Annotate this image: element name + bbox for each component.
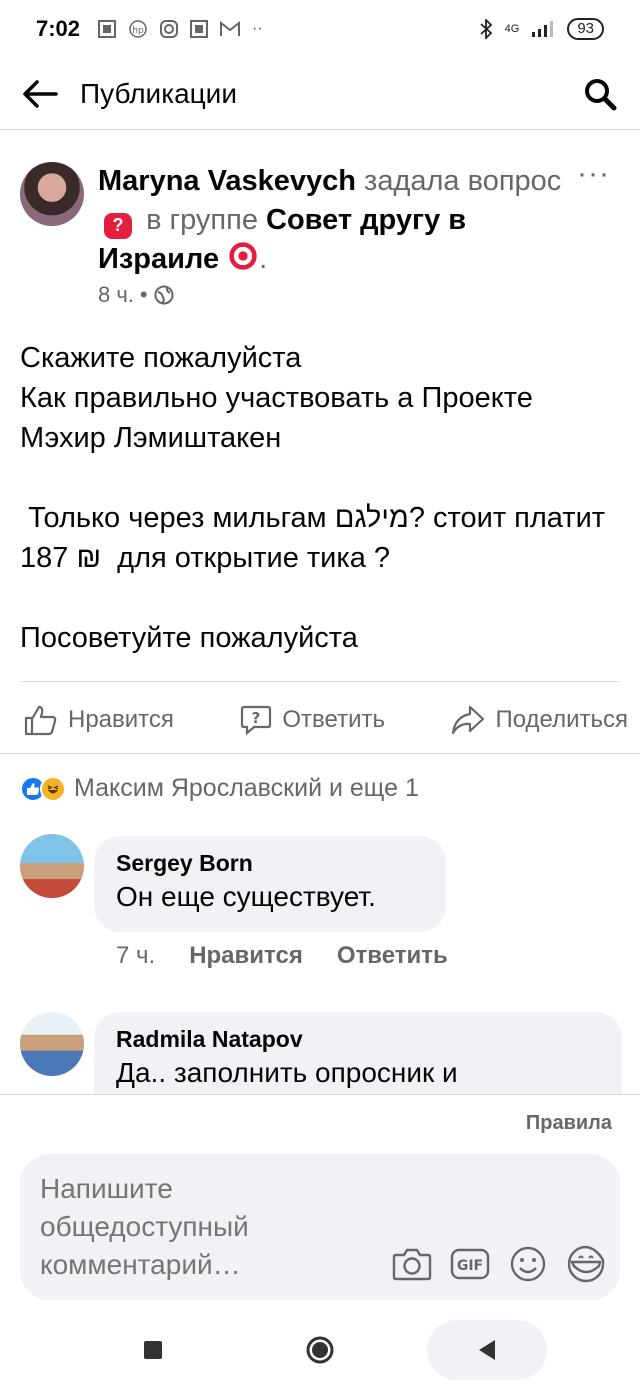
share-arrow-icon bbox=[452, 705, 485, 735]
post-actions: Нравится ? Ответить Поделиться bbox=[0, 688, 640, 752]
in-group-label: в группе bbox=[146, 204, 258, 236]
triangle-back-icon bbox=[478, 1340, 495, 1360]
actions-divider bbox=[20, 681, 620, 682]
app-header: Публикации bbox=[0, 58, 640, 130]
network-type: 4G bbox=[504, 23, 520, 35]
recent-apps-button[interactable] bbox=[93, 1320, 213, 1380]
like-button[interactable]: Нравится bbox=[24, 704, 174, 736]
post-time[interactable]: 8 ч. bbox=[98, 282, 134, 308]
status-right: 4G 93 bbox=[479, 18, 604, 40]
answer-label: Ответить bbox=[282, 706, 385, 733]
hp-icon: hp bbox=[129, 20, 147, 38]
camera-button[interactable] bbox=[392, 1244, 432, 1284]
camera-icon bbox=[392, 1248, 432, 1281]
answer-button[interactable]: ? Ответить bbox=[240, 704, 385, 736]
share-button[interactable]: Поделиться bbox=[451, 705, 628, 735]
status-bar: 7:02 hp ·· 4G 93 bbox=[0, 0, 640, 58]
more-dots-icon: ·· bbox=[252, 20, 263, 37]
gmail-icon bbox=[220, 21, 241, 36]
comment-text: Да.. заполнить опросник и bbox=[116, 1057, 458, 1088]
instagram-icon bbox=[160, 20, 179, 38]
more-horizontal-icon: ··· bbox=[577, 157, 610, 190]
rules-link[interactable]: Правила bbox=[526, 1112, 612, 1135]
meta-separator: • bbox=[139, 282, 148, 307]
search-icon bbox=[585, 78, 617, 110]
comment-author[interactable]: Radmila Natapov bbox=[116, 1024, 600, 1054]
globe-icon bbox=[154, 285, 174, 305]
author-name[interactable]: Maryna Vaskevych bbox=[98, 165, 356, 197]
question-emoji-icon: ? bbox=[104, 213, 132, 239]
system-nav-bar bbox=[0, 1314, 640, 1386]
comment-like-button[interactable]: Нравится bbox=[189, 942, 303, 970]
status-time: 7:02 bbox=[36, 16, 81, 41]
svg-text:hp: hp bbox=[132, 26, 144, 36]
circle-icon bbox=[306, 1336, 334, 1364]
square-icon bbox=[144, 1341, 163, 1359]
emoji-button[interactable] bbox=[508, 1244, 548, 1284]
reactions-text: Максим Ярославский и еще 1 bbox=[74, 774, 419, 802]
post-header: Maryna Vaskevych задала вопрос? в группе… bbox=[98, 165, 562, 275]
svg-text:?: ? bbox=[252, 709, 261, 727]
target-emoji-icon bbox=[227, 240, 260, 272]
qr-icon bbox=[98, 20, 117, 38]
smiley-icon bbox=[510, 1246, 546, 1282]
share-label: Поделиться bbox=[495, 706, 628, 733]
haha-reaction-icon bbox=[40, 775, 66, 802]
back-button[interactable] bbox=[0, 58, 80, 130]
home-button[interactable] bbox=[260, 1320, 380, 1380]
comment-input[interactable] bbox=[40, 1170, 340, 1284]
asked-label: задала вопрос bbox=[364, 165, 562, 197]
post-body: Скажите пожалуйста Как правильно участво… bbox=[20, 338, 620, 658]
signal-icon bbox=[532, 21, 554, 37]
thumbs-up-icon bbox=[24, 705, 57, 736]
post-paragraph: Скажите пожалуйста Как правильно участво… bbox=[20, 342, 533, 454]
gif-button[interactable]: GIF bbox=[450, 1244, 490, 1284]
author-avatar[interactable] bbox=[20, 162, 84, 226]
commenter-avatar[interactable] bbox=[20, 834, 84, 898]
post-more-button[interactable]: ··· bbox=[577, 159, 610, 189]
post-meta: 8 ч. • bbox=[98, 282, 174, 308]
page-title: Публикации bbox=[80, 77, 237, 109]
commenter-avatar[interactable] bbox=[20, 1012, 84, 1076]
question-bubble-icon: ? bbox=[241, 705, 272, 736]
bluetooth-icon bbox=[480, 19, 492, 39]
sticker-button[interactable] bbox=[566, 1244, 606, 1284]
arrow-left-icon bbox=[23, 79, 58, 108]
svg-text:GIF: GIF bbox=[457, 1258, 483, 1274]
search-button[interactable] bbox=[560, 58, 640, 130]
section-divider bbox=[0, 753, 640, 754]
comment-bubble: Sergey Born Он еще существует. bbox=[94, 836, 446, 932]
like-label: Нравится bbox=[68, 706, 174, 733]
post-paragraph: Посоветуйте пожалуйста bbox=[20, 622, 358, 654]
reactions-summary[interactable]: Максим Ярославский и еще 1 bbox=[20, 774, 419, 803]
sticker-icon bbox=[567, 1245, 605, 1283]
qr-icon bbox=[190, 20, 209, 38]
composer-tools: GIF bbox=[392, 1244, 606, 1284]
comment-text: Он еще существует. bbox=[116, 881, 376, 912]
system-back-button[interactable] bbox=[426, 1320, 547, 1380]
comment-author[interactable]: Sergey Born bbox=[116, 848, 424, 878]
comment-composer: GIF bbox=[20, 1154, 620, 1300]
post-paragraph: Только через мильгам מילגם? стоит платит… bbox=[20, 502, 614, 574]
notification-icons: hp ·· bbox=[98, 20, 263, 38]
gif-icon: GIF bbox=[450, 1248, 490, 1280]
comment-meta: 7 ч. Нравится Ответить bbox=[116, 942, 448, 970]
comment-reply-button[interactable]: Ответить bbox=[337, 942, 448, 970]
comment-time[interactable]: 7 ч. bbox=[116, 942, 155, 970]
battery-indicator: 93 bbox=[567, 18, 604, 40]
